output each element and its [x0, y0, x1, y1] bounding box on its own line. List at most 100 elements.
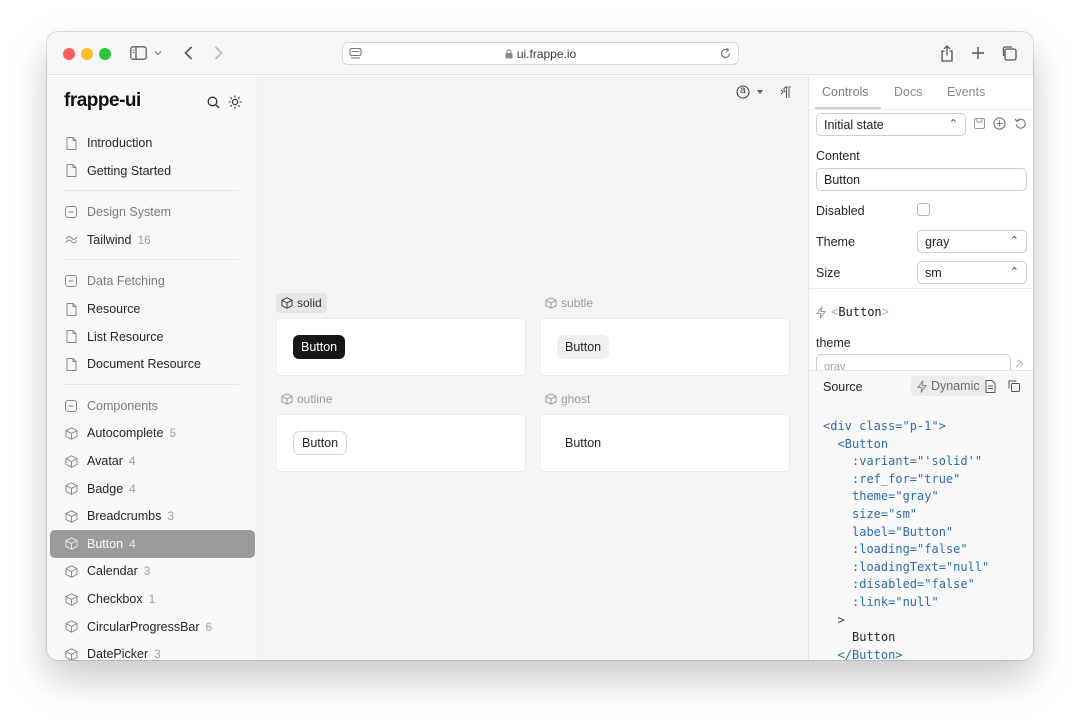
sidebar-item-label: List Resource	[87, 330, 163, 344]
demo-button-solid[interactable]: Button	[293, 335, 345, 359]
code-line: :ref_for="true"	[823, 471, 989, 489]
size-select[interactable]: sm ⌃	[917, 261, 1027, 284]
sidebar-item[interactable]: Button4	[50, 530, 255, 558]
source-label: Source	[823, 380, 863, 394]
sidebar-item[interactable]: Tailwind 16	[50, 226, 255, 254]
sidebar-item-label: Introduction	[87, 136, 152, 150]
rtl-toggle-icon[interactable]	[780, 86, 792, 99]
zoom-window-button[interactable]	[99, 48, 111, 60]
tab-controls[interactable]: Controls	[822, 85, 869, 99]
url-text: ui.frappe.io	[517, 47, 576, 61]
tab-docs[interactable]: Docs	[894, 85, 922, 99]
background-toggle-icon[interactable]: a	[736, 85, 750, 99]
sidebar-item[interactable]: Checkbox1	[50, 585, 255, 613]
sidebar-item-count: 4	[129, 482, 136, 496]
lock-icon	[505, 48, 513, 62]
demo-button-subtle[interactable]: Button	[557, 335, 609, 359]
sidebar-section[interactable]: Design System	[50, 198, 255, 226]
add-state-icon[interactable]	[993, 117, 1006, 130]
sidebar-divider	[64, 259, 239, 260]
chevron-down-icon[interactable]	[756, 89, 764, 95]
variant-label-ghost[interactable]: ghost	[540, 389, 595, 409]
sidebar-item-count: 5	[169, 426, 176, 440]
sidebar-item[interactable]: CircularProgressBar6	[50, 613, 255, 641]
sidebar-item[interactable]: Badge4	[50, 475, 255, 503]
forward-icon[interactable]	[209, 42, 227, 64]
link-icon[interactable]	[1014, 359, 1024, 369]
sidebar-item-count: 16	[137, 233, 150, 247]
collapse-icon	[64, 205, 78, 219]
reset-icon[interactable]	[1014, 117, 1027, 130]
sidebar-item[interactable]: Document Resource	[50, 350, 255, 378]
search-icon[interactable]	[207, 96, 220, 109]
content-input[interactable]: Button	[816, 168, 1027, 191]
cube-icon	[64, 620, 78, 634]
tab-events[interactable]: Events	[947, 85, 985, 99]
demo-button-ghost[interactable]: Button	[557, 431, 609, 455]
variant-name: solid	[297, 296, 322, 310]
controls-panel: Controls Docs Events Initial state ⌃ Con…	[808, 76, 1033, 660]
close-window-button[interactable]	[63, 48, 75, 60]
sidebar-item[interactable]: Breadcrumbs3	[50, 502, 255, 530]
state-select-value: Initial state	[824, 118, 884, 132]
size-select-value: sm	[925, 266, 942, 280]
sidebar-item[interactable]: Resource	[50, 295, 255, 323]
sidebar-item-count: 6	[206, 620, 213, 634]
demo-button-outline[interactable]: Button	[293, 431, 347, 455]
sidebar-item[interactable]: DatePicker3	[50, 640, 255, 660]
cube-icon	[64, 537, 78, 551]
sidebar-section[interactable]: Components	[50, 392, 255, 420]
sidebar-item[interactable]: Avatar4	[50, 447, 255, 475]
state-select[interactable]: Initial state ⌃	[816, 113, 966, 136]
code-line: :link="null"	[823, 594, 989, 612]
theme-select[interactable]: gray ⌃	[917, 230, 1027, 253]
sidebar-item-label: Tailwind	[87, 233, 131, 247]
minimize-window-button[interactable]	[81, 48, 93, 60]
cube-icon	[64, 454, 78, 468]
theme-label: Theme	[816, 235, 855, 249]
sidebar-item[interactable]: Getting Started	[50, 157, 255, 185]
variant-label-solid[interactable]: solid	[276, 293, 327, 313]
tailwind-icon	[64, 233, 78, 247]
dynamic-toggle[interactable]: Dynamic	[911, 376, 986, 396]
cube-icon	[64, 509, 78, 523]
reload-icon[interactable]	[719, 47, 732, 60]
sidebar-item-label: Calendar	[87, 564, 138, 578]
variant-label-subtle[interactable]: subtle	[540, 293, 598, 313]
disabled-checkbox[interactable]	[917, 203, 930, 216]
collapse-icon	[64, 399, 78, 413]
new-tab-icon[interactable]	[969, 42, 987, 64]
back-icon[interactable]	[179, 42, 197, 64]
sidebar-divider	[64, 190, 239, 191]
code-line: size="sm"	[823, 506, 989, 524]
brand-logo[interactable]: frappe-ui	[64, 90, 141, 112]
sidebar-item-label: Autocomplete	[87, 426, 163, 440]
chevron-updown-icon: ⌃	[1010, 265, 1019, 278]
save-icon[interactable]	[974, 118, 985, 129]
variant-card-solid: Button	[276, 318, 526, 376]
prop-theme-input[interactable]: gray	[816, 354, 1011, 370]
sidebar-item[interactable]: Calendar3	[50, 557, 255, 585]
sidebar-toggle-icon[interactable]	[127, 42, 149, 64]
sidebar-item[interactable]: Autocomplete 5	[50, 419, 255, 447]
cube-icon	[545, 393, 557, 405]
theme-select-value: gray	[925, 235, 949, 249]
browser-window: ui.frappe.io frappe-ui Introduction Getti…	[47, 32, 1033, 660]
chevron-down-icon[interactable]	[151, 42, 165, 64]
cube-icon	[64, 564, 78, 578]
theme-toggle-icon[interactable]	[228, 95, 242, 109]
sidebar-item-count: 4	[129, 537, 136, 551]
code-line: <div class="p-1">	[823, 418, 989, 436]
document-icon[interactable]	[985, 380, 996, 393]
sidebar-item[interactable]: List Resource	[50, 323, 255, 351]
sidebar-item[interactable]: Introduction	[50, 129, 255, 157]
copy-icon[interactable]	[1008, 380, 1020, 392]
sidebar-section[interactable]: Data Fetching	[50, 267, 255, 295]
share-icon[interactable]	[938, 42, 956, 64]
code-line: :variant="'solid'"	[823, 453, 989, 471]
address-bar[interactable]: ui.frappe.io	[342, 42, 739, 65]
tab-overview-icon[interactable]	[1000, 42, 1018, 64]
code-line: >	[823, 612, 989, 630]
variant-label-outline[interactable]: outline	[276, 389, 337, 409]
preview-canvas: a solid Button subtle Button outline Button gh…	[258, 76, 808, 660]
